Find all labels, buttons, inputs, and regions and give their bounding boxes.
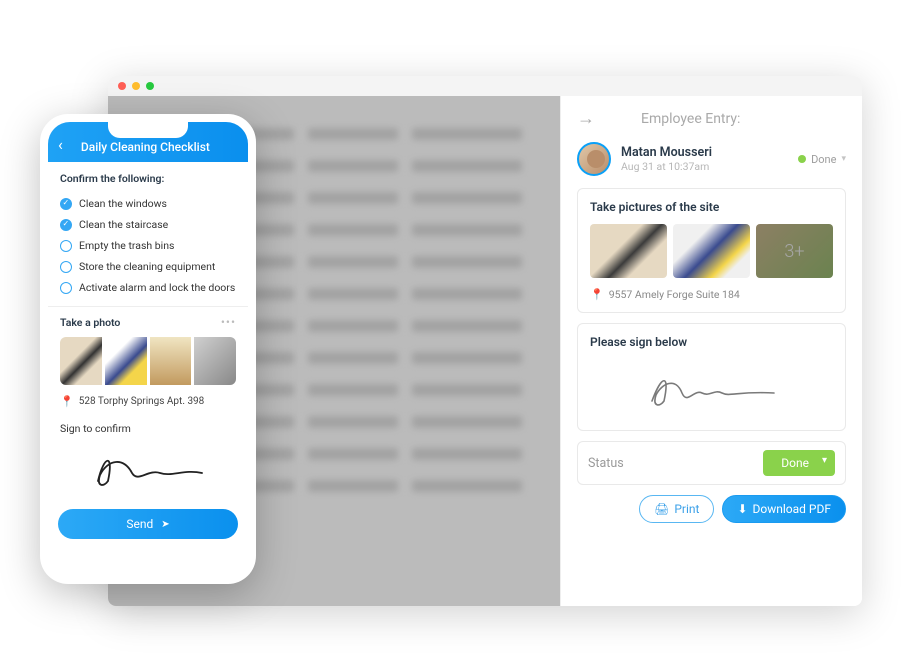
send-icon: ➤ — [161, 519, 169, 530]
checklist-label: Clean the staircase — [79, 218, 168, 231]
user-name: Matan Mousseri — [621, 145, 788, 160]
confirm-label: Confirm the following: — [60, 172, 236, 185]
signature-pad[interactable] — [60, 441, 236, 497]
site-address: 9557 Amely Forge Suite 184 — [609, 288, 740, 301]
checkbox-icon — [60, 261, 72, 273]
photo-thumb[interactable] — [194, 337, 236, 385]
checkbox-icon — [60, 240, 72, 252]
phone-notch — [108, 122, 188, 138]
signature-title: Please sign below — [590, 335, 833, 349]
entry-time: Aug 31 at 10:37am — [621, 160, 788, 173]
signature-display — [590, 359, 833, 419]
checklist-item[interactable]: Activate alarm and lock the doors — [60, 277, 236, 298]
checkbox-icon — [60, 282, 72, 294]
photo-thumb[interactable] — [105, 337, 147, 385]
checklist-item[interactable]: Empty the trash bins — [60, 235, 236, 256]
download-label: Download PDF — [753, 502, 831, 516]
print-label: Print — [674, 502, 699, 516]
phone-mockup: ‹ Daily Cleaning Checklist Confirm the f… — [40, 114, 256, 584]
photo-thumb[interactable] — [150, 337, 192, 385]
status-dot-icon — [798, 155, 806, 163]
site-photo-more[interactable]: 3+ — [756, 224, 833, 278]
panel-title: Employee Entry: — [641, 111, 740, 127]
status-text: Done — [811, 153, 836, 166]
phone-title: Daily Cleaning Checklist — [69, 140, 238, 154]
status-dropdown[interactable]: Done — [763, 450, 835, 476]
site-photos-title: Take pictures of the site — [590, 200, 833, 214]
signature-card: Please sign below — [577, 323, 846, 431]
status-dropdown-label: Done — [781, 456, 809, 470]
send-button[interactable]: Send ➤ — [58, 509, 238, 539]
pin-icon: 📍 — [590, 288, 604, 301]
photo-thumb[interactable] — [60, 337, 102, 385]
extra-photos-count: 3+ — [756, 224, 833, 278]
checklist-label: Empty the trash bins — [79, 239, 174, 252]
checklist: Clean the windows Clean the staircase Em… — [60, 193, 236, 298]
status-label: Status — [588, 456, 624, 471]
download-pdf-button[interactable]: ⬇ Download PDF — [722, 495, 846, 523]
maximize-window-icon[interactable] — [146, 82, 154, 90]
chevron-down-icon: ▾ — [841, 154, 846, 164]
site-photos-card: Take pictures of the site 3+ 📍 9557 Amel… — [577, 188, 846, 313]
checkbox-icon — [60, 198, 72, 210]
checklist-item[interactable]: Clean the windows — [60, 193, 236, 214]
status-card: Status Done — [577, 441, 846, 485]
more-icon[interactable]: ••• — [221, 315, 236, 329]
checklist-label: Store the cleaning equipment — [79, 260, 215, 273]
window-titlebar — [108, 76, 862, 96]
checklist-label: Activate alarm and lock the doors — [79, 281, 235, 294]
back-arrow-icon[interactable]: → — [577, 110, 595, 128]
print-button[interactable]: 🖨 Print — [639, 495, 714, 523]
entry-detail-panel: → Employee Entry: Matan Mousseri Aug 31 … — [560, 96, 862, 606]
checklist-label: Clean the windows — [79, 197, 167, 210]
avatar — [577, 142, 611, 176]
checklist-item[interactable]: Store the cleaning equipment — [60, 256, 236, 277]
send-label: Send — [126, 517, 153, 531]
site-photo-2[interactable] — [673, 224, 750, 278]
photo-strip — [60, 337, 236, 385]
site-photo-1[interactable] — [590, 224, 667, 278]
checklist-item[interactable]: Clean the staircase — [60, 214, 236, 235]
take-photo-label: Take a photo — [60, 316, 120, 329]
print-icon: 🖨 — [654, 502, 669, 516]
divider — [48, 306, 248, 307]
phone-address: 528 Torphy Springs Apt. 398 — [79, 396, 205, 407]
checkbox-icon — [60, 219, 72, 231]
download-icon: ⬇ — [737, 502, 747, 516]
pin-icon: 📍 — [60, 395, 74, 408]
close-window-icon[interactable] — [118, 82, 126, 90]
back-icon[interactable]: ‹ — [58, 135, 63, 154]
status-indicator[interactable]: Done ▾ — [798, 153, 846, 166]
sign-label: Sign to confirm — [60, 422, 236, 435]
minimize-window-icon[interactable] — [132, 82, 140, 90]
